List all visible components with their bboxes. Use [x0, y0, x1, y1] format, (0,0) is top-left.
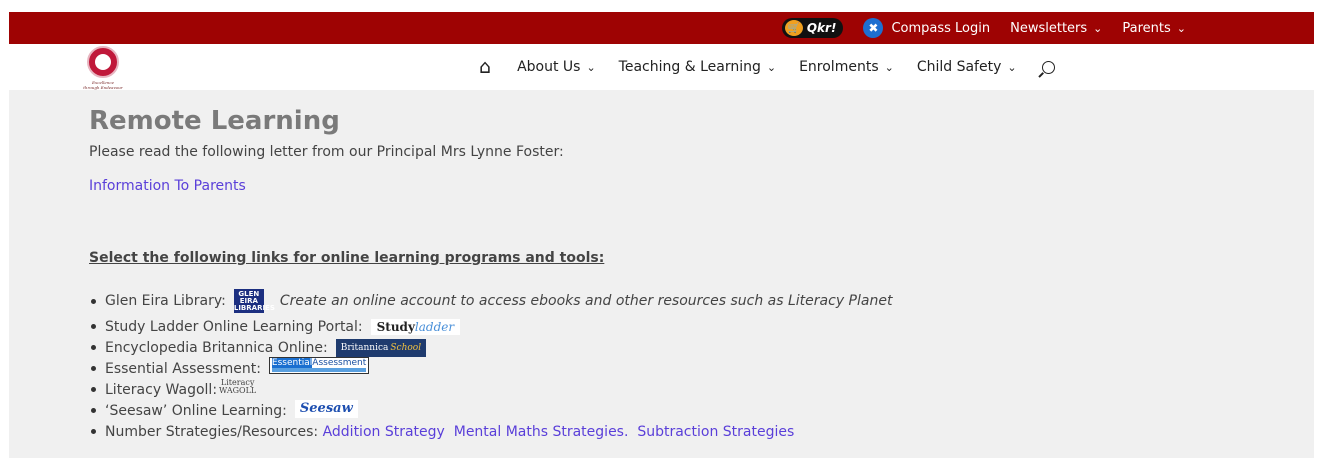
school-logo[interactable]: Excellence through Endeavour	[83, 46, 123, 90]
qkr-logo: 🛒 Qkr!	[781, 18, 844, 38]
britannica-school-logo[interactable]: Britannica School	[335, 338, 427, 357]
newsletters-menu[interactable]: Newsletters ⌄	[1010, 21, 1102, 36]
nav-child-safety[interactable]: Child Safety ⌄	[917, 59, 1017, 75]
subtraction-strategies-link[interactable]: Subtraction Strategies	[637, 424, 794, 440]
school-crest-icon	[87, 46, 119, 78]
literacy-wagoll-logo[interactable]: Literacy WAGOLL	[219, 378, 256, 395]
chevron-down-icon: ⌄	[1007, 60, 1017, 74]
intro-text: Please read the following letter from ou…	[89, 144, 564, 160]
list-item-glen-eira: Glen Eira Library: GLEN EIRA LIBRARIES Cre…	[89, 286, 892, 316]
list-item-study-ladder: Study Ladder Online Learning Portal: Stu…	[89, 316, 892, 337]
top-utility-bar: 🛒 Qkr! ✖ Compass Login Newsletters ⌄ Par…	[9, 12, 1314, 44]
seesaw-logo[interactable]: Seesaw	[294, 399, 358, 418]
page-content: Remote Learning Please read the followin…	[9, 90, 1314, 458]
chevron-down-icon: ⌄	[1176, 21, 1186, 35]
learning-tools-list: Glen Eira Library: GLEN EIRA LIBRARIES Cre…	[89, 286, 892, 442]
glen-eira-library-logo[interactable]: GLEN EIRA LIBRARIES	[233, 289, 275, 313]
page-title: Remote Learning	[89, 106, 340, 136]
chevron-down-icon: ⌄	[766, 60, 777, 74]
glen-eira-description: Create an online account to access ebook…	[279, 293, 893, 309]
addition-strategy-link[interactable]: Addition Strategy	[323, 424, 445, 440]
chevron-down-icon: ⌄	[586, 60, 596, 74]
section-heading: Select the following links for online le…	[89, 250, 605, 266]
list-item-essential-assessment: Essential Assessment: EssentialAssessmen…	[89, 357, 892, 379]
list-item-britannica: Encyclopedia Britannica Online: Britanni…	[89, 337, 892, 358]
main-header: Excellence through Endeavour ⌂ About Us ⌄…	[9, 44, 1314, 90]
compass-icon: ✖	[863, 18, 884, 38]
nav-enrolments[interactable]: Enrolments ⌄	[799, 59, 894, 75]
list-item-number-strategies: Number Strategies/Resources: Addition St…	[89, 421, 892, 442]
compass-login-link[interactable]: ✖ Compass Login	[863, 18, 990, 38]
chevron-down-icon: ⌄	[884, 60, 894, 74]
essential-assessment-logo[interactable]: EssentialAssessment	[268, 357, 370, 374]
search-icon[interactable]	[1041, 60, 1055, 74]
nav-teaching-learning[interactable]: Teaching & Learning ⌄	[619, 59, 776, 75]
chevron-down-icon: ⌄	[1093, 21, 1103, 35]
study-ladder-logo[interactable]: Study ladder	[370, 318, 461, 335]
parents-menu[interactable]: Parents ⌄	[1122, 21, 1186, 36]
qkr-link[interactable]: 🛒 Qkr!	[781, 18, 844, 38]
home-icon[interactable]: ⌂	[479, 56, 491, 78]
information-to-parents-link[interactable]: Information To Parents	[89, 178, 246, 194]
list-item-seesaw: ‘Seesaw’ Online Learning: Seesaw	[89, 399, 892, 421]
mental-maths-strategies-link[interactable]: Mental Maths Strategies.	[454, 424, 629, 440]
shopping-cart-icon: 🛒	[784, 20, 803, 36]
list-item-literacy-wagoll: Literacy Wagoll: Literacy WAGOLL	[89, 378, 892, 400]
nav-about-us[interactable]: About Us ⌄	[517, 59, 596, 75]
main-nav: ⌂ About Us ⌄ Teaching & Learning ⌄ Enrol…	[479, 44, 1055, 90]
